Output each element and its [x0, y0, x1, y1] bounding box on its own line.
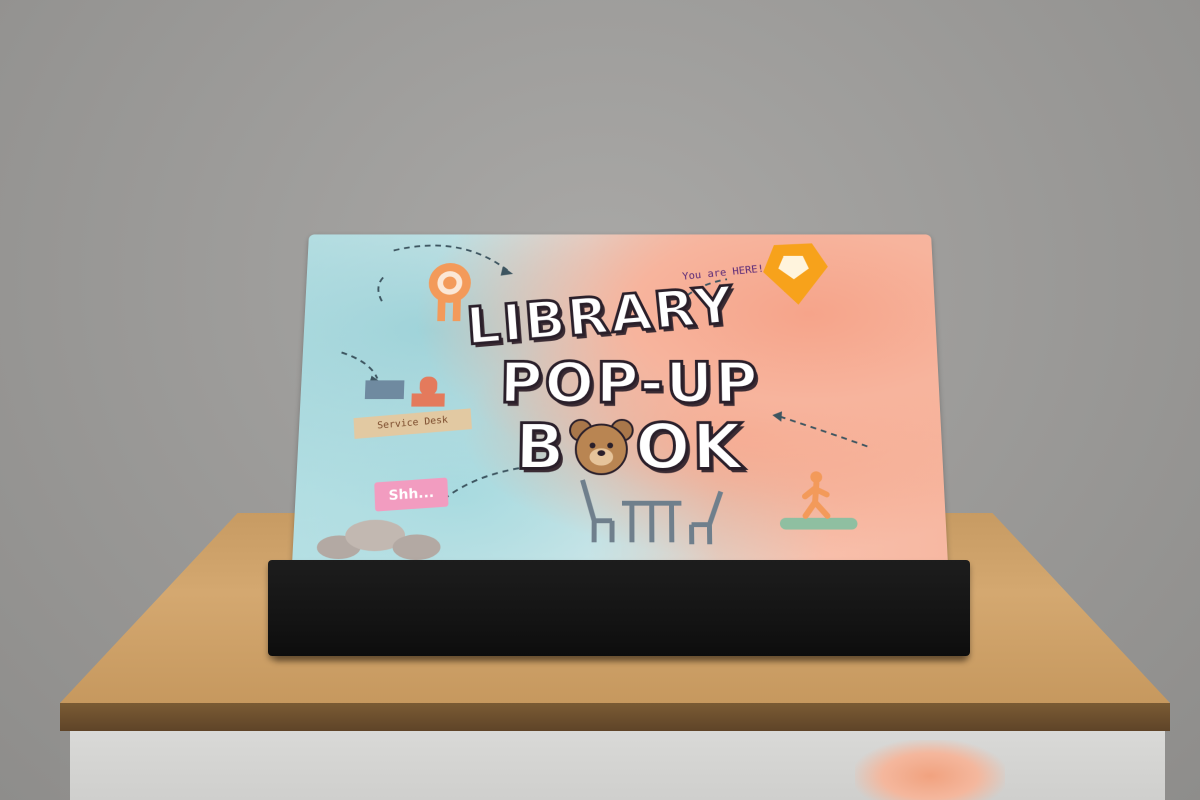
pedestal-paint-stain [855, 740, 1005, 800]
title-line-popup: POP-UP [498, 349, 762, 417]
book-cover: You are HERE! Service Desk LIBRARY POP-U… [292, 234, 948, 565]
photo-scene: You are HERE! Service Desk LIBRARY POP-U… [0, 0, 1200, 800]
teddy-bear-icon [566, 417, 635, 476]
rocks-decoration [316, 519, 441, 561]
title-letter-b: B [513, 409, 568, 485]
book-stand-base [268, 560, 970, 656]
shh-speech-bubble: Shh... [374, 477, 449, 512]
pedestal-edge [60, 703, 1170, 731]
chairs-table-icon [572, 470, 732, 548]
walking-person-icon [779, 467, 858, 530]
